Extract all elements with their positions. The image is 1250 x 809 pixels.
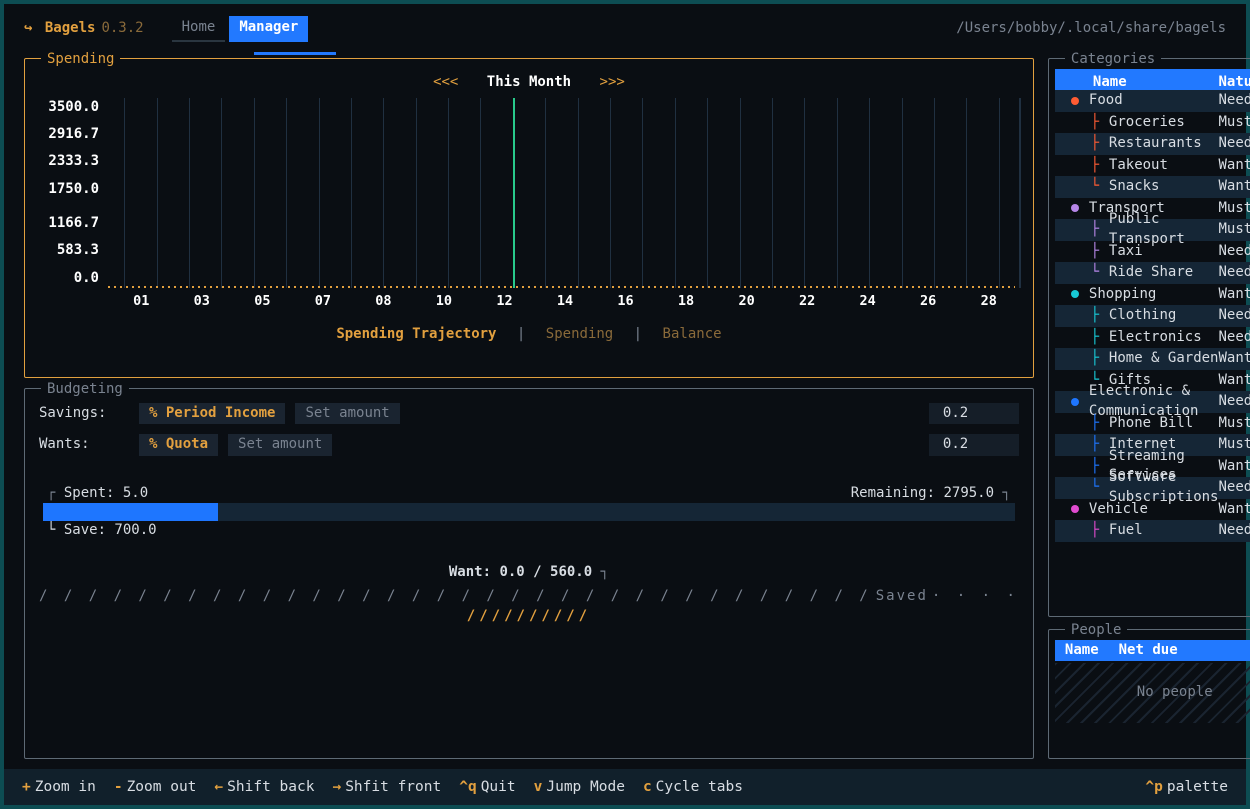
tab-underline xyxy=(254,52,336,55)
people-col-due: Net due xyxy=(1119,641,1178,661)
plot-area[interactable] xyxy=(107,98,1015,288)
category-item[interactable]: ├RestaurantsNeed xyxy=(1055,133,1250,155)
prev-month[interactable]: <<< xyxy=(413,74,478,90)
footer-shfit-front[interactable]: →Shfit front xyxy=(332,777,441,797)
db-path: /Users/bobby/.local/share/bagels xyxy=(956,19,1226,39)
saved-stripe: / / / / / / / / / / / / / / / / / / / / … xyxy=(39,587,1019,607)
footer-palette[interactable]: ^ppalette xyxy=(1145,777,1228,797)
next-month[interactable]: >>> xyxy=(580,74,645,90)
category-item[interactable]: ├ClothingNeed xyxy=(1055,305,1250,327)
y-axis: 3500.02916.72333.31750.01166.7583.30.0 xyxy=(43,98,107,288)
x-axis: 010305070810121416182022242628 xyxy=(39,292,1019,311)
baseline xyxy=(108,286,1015,288)
wants-value[interactable]: 0.2 xyxy=(929,434,1019,456)
footer: +Zoom in -Zoom out ←Shift back →Shfit front… xyxy=(4,769,1246,805)
remaining-label: Remaining: 2795.0 xyxy=(851,485,994,501)
app-title: ↪ Bagels xyxy=(24,19,95,39)
people-empty: No people xyxy=(1055,663,1250,723)
footer-zoom-in[interactable]: +Zoom in xyxy=(22,777,96,797)
category-group[interactable]: Electronic & CommunicationNeed xyxy=(1055,391,1250,413)
savings-mode-pct[interactable]: % Period Income xyxy=(139,403,285,425)
footer-cycle-tabs[interactable]: cCycle tabs xyxy=(643,777,743,797)
chart-tab-trajectory[interactable]: Spending Trajectory xyxy=(324,326,508,342)
footer-jump-mode[interactable]: vJump Mode xyxy=(534,777,625,797)
category-item[interactable]: ├FuelNeed xyxy=(1055,520,1250,542)
categories-panel: Categories NameNatureFoodNeed├GroceriesM… xyxy=(1048,58,1250,617)
savings-mode-amount[interactable]: Set amount xyxy=(295,403,399,425)
category-group[interactable]: FoodNeed xyxy=(1055,90,1250,112)
wants-mode-pct[interactable]: % Quota xyxy=(139,434,218,456)
categories-title: Categories xyxy=(1065,50,1161,70)
budget-bar-fill xyxy=(43,503,218,521)
people-header: Name Net due xyxy=(1055,640,1250,662)
savings-value[interactable]: 0.2 xyxy=(929,403,1019,425)
chart-tab-spending[interactable]: Spending xyxy=(534,326,625,342)
footer-zoom-out[interactable]: -Zoom out xyxy=(114,777,197,797)
category-item[interactable]: └Ride ShareNeed xyxy=(1055,262,1250,284)
right-axis xyxy=(1019,98,1021,288)
category-item[interactable]: ├ElectronicsNeed xyxy=(1055,327,1250,349)
category-item[interactable]: └SnacksWant xyxy=(1055,176,1250,198)
spent-label: Spent: 5.0 xyxy=(64,485,148,501)
savings-label: Savings: xyxy=(39,404,129,424)
want-line: Want: 0.0 / 560.0 xyxy=(449,564,592,580)
category-group[interactable]: ShoppingWant xyxy=(1055,284,1250,306)
chart-tabs: Spending Trajectory | Spending | Balance xyxy=(39,325,1019,345)
chart-tab-balance[interactable]: Balance xyxy=(651,326,734,342)
people-col-name: Name xyxy=(1065,641,1099,661)
people-panel: People Name Net due No people xyxy=(1048,629,1250,759)
category-item[interactable]: ├TaxiNeed xyxy=(1055,241,1250,263)
budgeting-panel: Budgeting Savings: % Period Income Set a… xyxy=(24,388,1034,759)
saved-slashes: ////////// xyxy=(39,607,1019,627)
save-label: Save: 700.0 xyxy=(64,522,157,538)
category-item[interactable]: ├TakeoutWant xyxy=(1055,155,1250,177)
period-label: This Month xyxy=(487,74,571,90)
category-item[interactable]: ├Home & GardenWant xyxy=(1055,348,1250,370)
categories-list[interactable]: NameNatureFoodNeed├GroceriesMust├Restaur… xyxy=(1055,69,1250,608)
category-item[interactable]: ├Public TransportMust xyxy=(1055,219,1250,241)
category-item[interactable]: └Software SubscriptionsNeed xyxy=(1055,477,1250,499)
spending-panel: Spending <<< This Month >>> 3500.02916.7… xyxy=(24,58,1034,378)
tab-manager[interactable]: Manager xyxy=(229,16,308,42)
category-group[interactable]: VehicleWant xyxy=(1055,499,1250,521)
wants-label: Wants: xyxy=(39,435,129,455)
header: ↪ Bagels 0.3.2 Home Manager /Users/bobby… xyxy=(4,4,1246,48)
app-version: 0.3.2 xyxy=(101,19,143,39)
category-item[interactable]: ├GroceriesMust xyxy=(1055,112,1250,134)
categories-header: NameNature xyxy=(1055,69,1250,91)
spending-chart: 3500.02916.72333.31750.01166.7583.30.0 xyxy=(39,98,1019,288)
app-name: Bagels xyxy=(45,20,96,36)
category-item[interactable]: ├Phone BillMust xyxy=(1055,413,1250,435)
people-title: People xyxy=(1065,621,1128,641)
footer-quit[interactable]: ^qQuit xyxy=(459,777,515,797)
footer-shift-back[interactable]: ←Shift back xyxy=(214,777,314,797)
budgeting-title: Budgeting xyxy=(41,380,129,400)
main-tabs: Home Manager xyxy=(172,16,309,42)
wants-mode-amount[interactable]: Set amount xyxy=(228,434,332,456)
arrow-icon: ↪ xyxy=(24,20,32,36)
budget-bar xyxy=(43,503,1015,521)
spending-title: Spending xyxy=(41,50,120,70)
month-nav: <<< This Month >>> xyxy=(39,73,1019,93)
tab-home[interactable]: Home xyxy=(172,16,226,42)
